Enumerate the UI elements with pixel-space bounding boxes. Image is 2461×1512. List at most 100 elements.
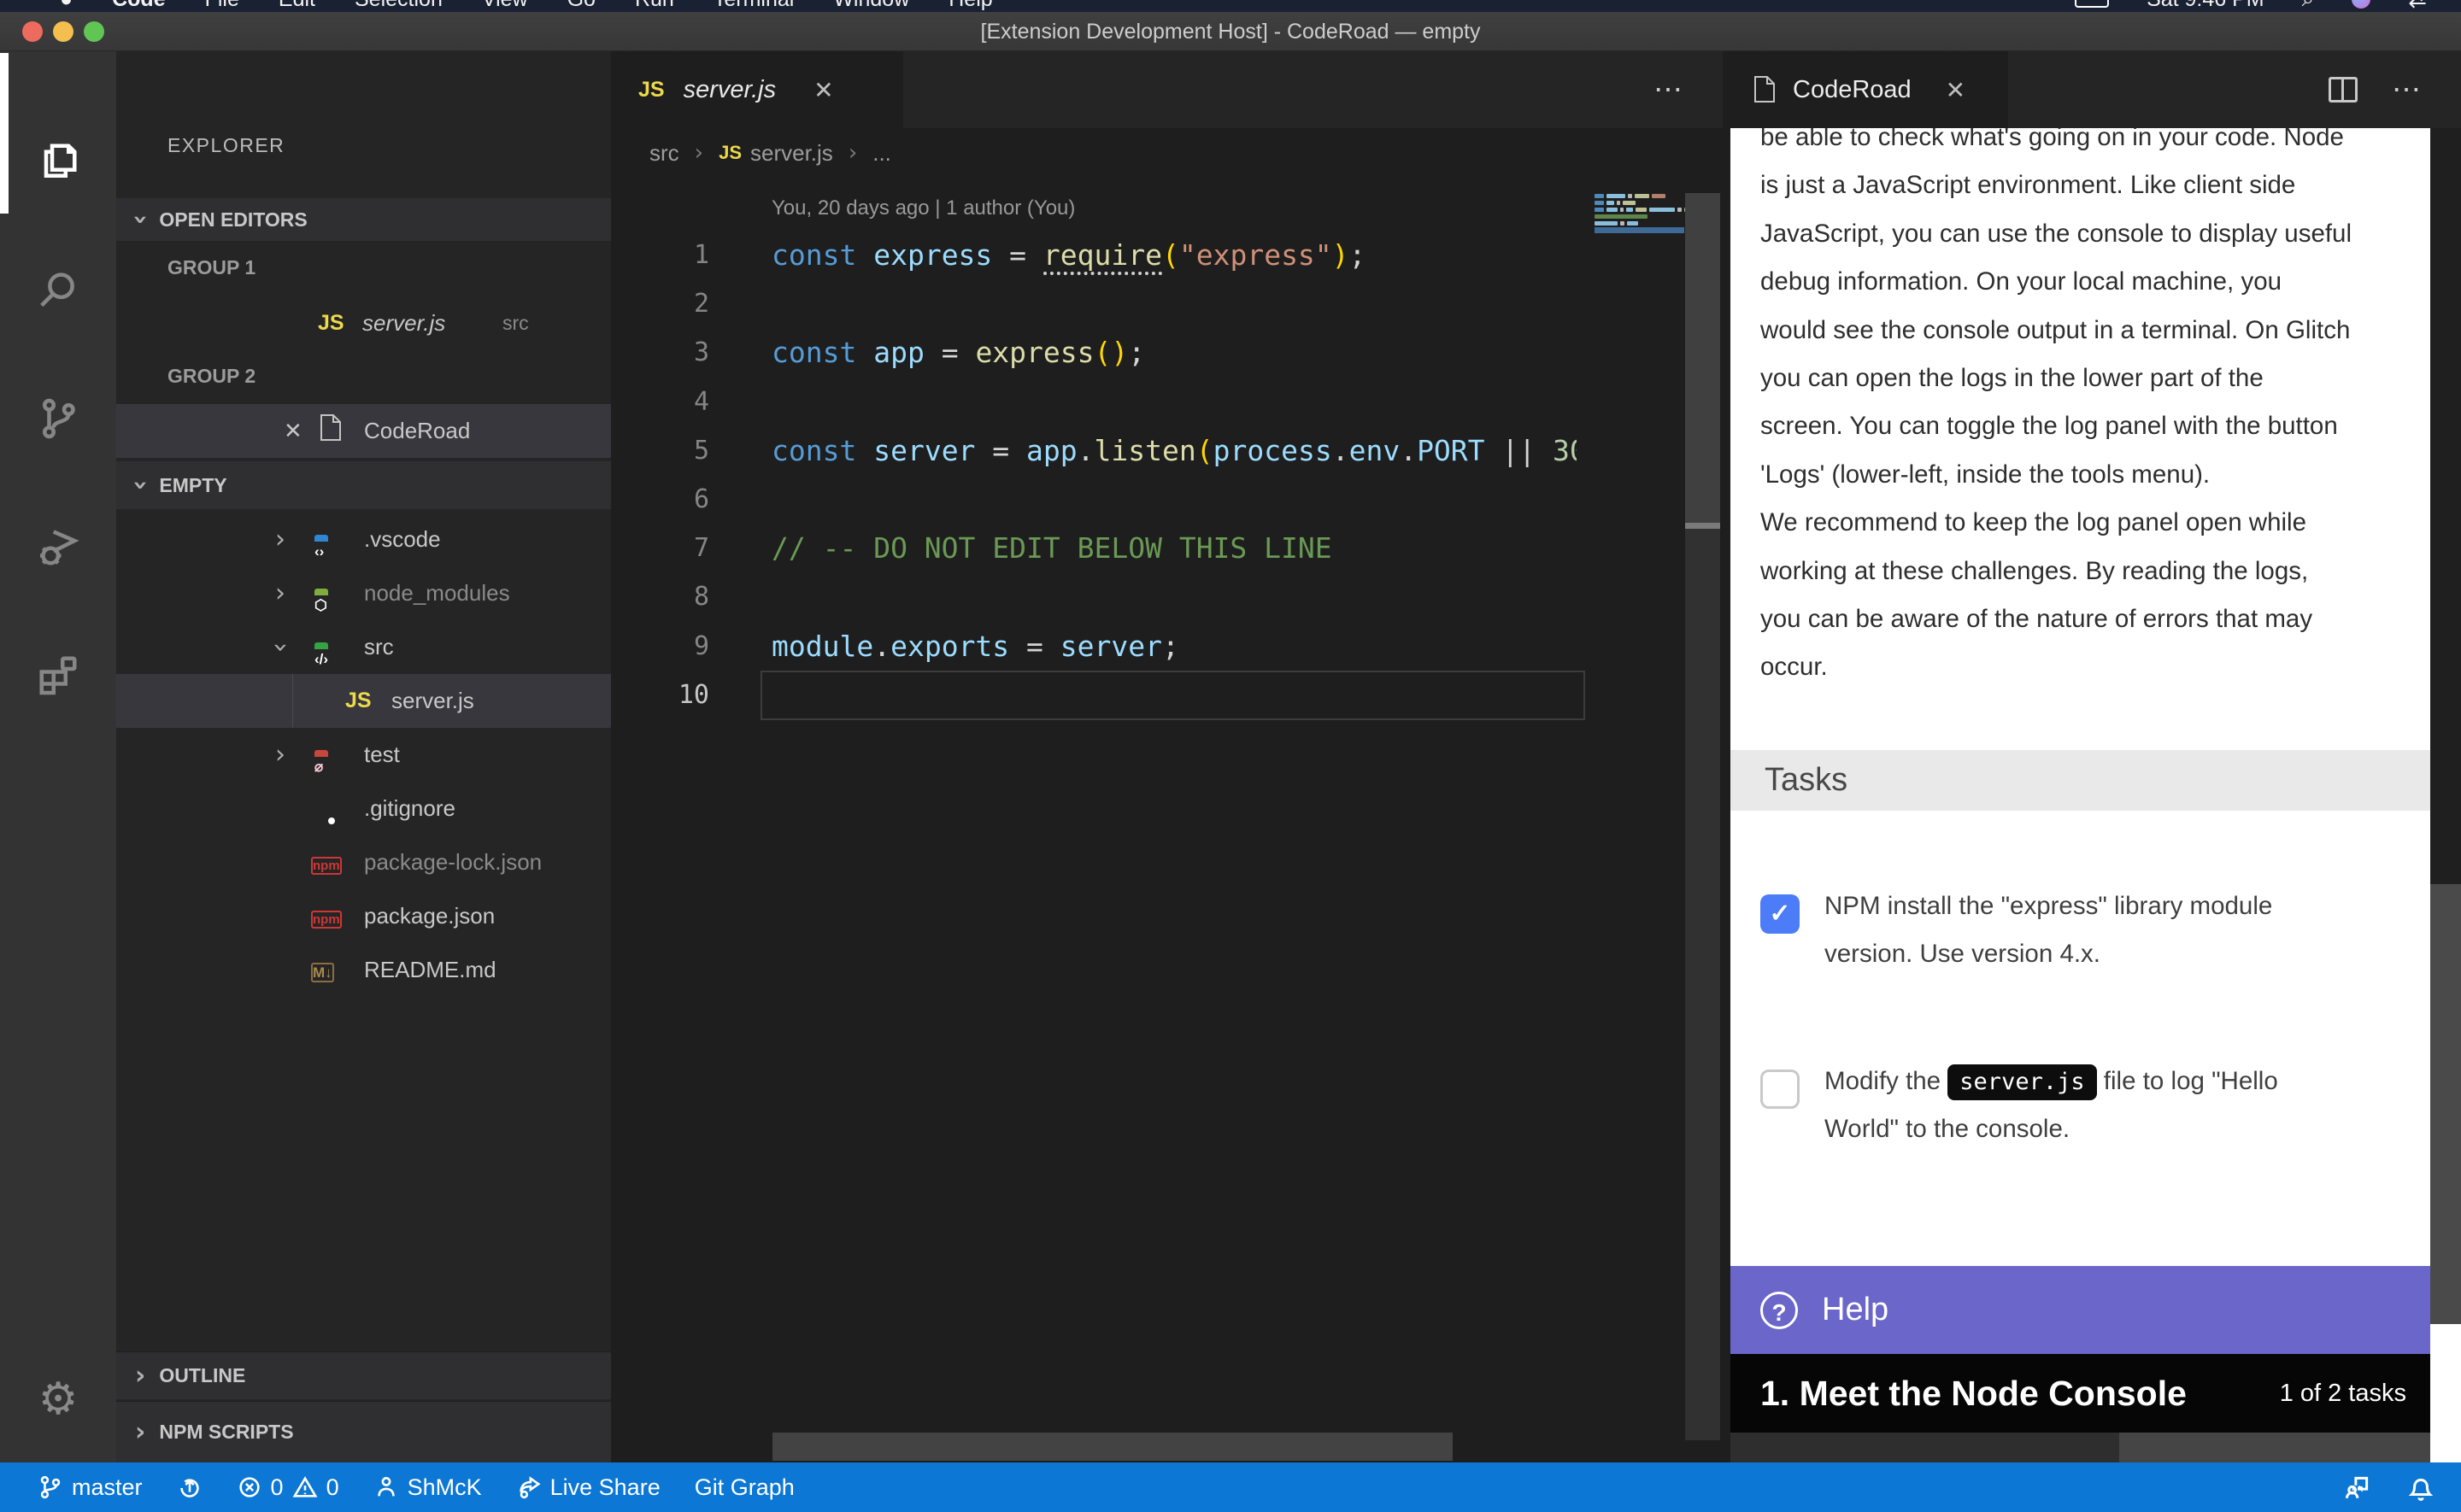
git-branch-status[interactable]: master	[38, 1474, 143, 1501]
more-actions-icon[interactable]: ⋯	[2392, 73, 2423, 107]
menu-item-help[interactable]: Help	[949, 0, 992, 12]
git-graph-button[interactable]: Git Graph	[695, 1474, 795, 1501]
extensions-icon[interactable]	[0, 617, 116, 733]
tree-item-readme[interactable]: M↓ README.md	[116, 943, 611, 997]
code-line-10[interactable]	[772, 671, 1577, 719]
outline-section-header[interactable]: › OUTLINE	[116, 1351, 611, 1399]
open-editor-server-js[interactable]: JS server.js src	[116, 296, 611, 350]
breadcrumb[interactable]: src › JS server.js › ...	[611, 128, 1723, 178]
folder-section-header[interactable]: › EMPTY	[116, 461, 611, 509]
scrollbar-thumb[interactable]	[1730, 1433, 2119, 1462]
control-center-icon[interactable]: ⇄	[2408, 0, 2427, 12]
tab-label: server.js	[684, 76, 777, 104]
minimap-line	[1595, 208, 1692, 212]
checkbox-empty-icon[interactable]	[1760, 1070, 1800, 1109]
tree-item-package-lock[interactable]: npm package-lock.json	[116, 835, 611, 889]
gear-icon[interactable]: ⚙	[0, 1357, 116, 1442]
menu-item-window[interactable]: Window	[833, 0, 909, 12]
code-token: =	[1009, 630, 1060, 663]
code-line-4[interactable]	[772, 378, 1577, 426]
code-token: // -- DO NOT EDIT BELOW THIS LINE	[772, 531, 1332, 565]
menu-item-code[interactable]: Code	[112, 0, 166, 12]
editor-vertical-scrollbar[interactable]	[1685, 193, 1720, 1440]
breadcrumb-src[interactable]: src	[649, 140, 679, 167]
search-icon[interactable]	[0, 232, 116, 349]
code-editor[interactable]: You, 20 days ago | 1 author (You) 123456…	[611, 178, 1723, 1462]
tree-item-package-json[interactable]: npm package.json	[116, 889, 611, 943]
breadcrumb-file[interactable]: server.js	[750, 140, 833, 167]
breadcrumb-symbol[interactable]: ...	[872, 140, 891, 167]
menu-item-go[interactable]: Go	[567, 0, 596, 12]
webview-vertical-scrollbar[interactable]	[2430, 128, 2461, 1462]
branch-name: master	[72, 1474, 143, 1501]
more-actions-icon[interactable]: ⋯	[1653, 73, 1685, 107]
close-icon[interactable]: ✕	[284, 418, 302, 444]
menu-item-edit[interactable]: Edit	[279, 0, 315, 12]
webview-horizontal-scrollbar[interactable]	[1730, 1433, 2430, 1462]
line-number: 10	[611, 671, 709, 719]
lesson-progress: 1 of 2 tasks	[2280, 1380, 2406, 1408]
lesson-footer-bar[interactable]: 1. Meet the Node Console 1 of 2 tasks	[1730, 1354, 2430, 1433]
close-icon[interactable]: ✕	[1946, 76, 1965, 104]
siri-icon[interactable]	[2352, 0, 2370, 9]
minimap-current-line-bar	[1595, 227, 1684, 233]
code-line-1[interactable]: const express = require("express");	[772, 231, 1577, 279]
menu-item-view[interactable]: View	[482, 0, 528, 12]
open-editor-coderoad[interactable]: ✕ CodeRoad	[116, 404, 611, 458]
tree-item-label: .gitignore	[364, 795, 455, 822]
macos-menu-bar[interactable]: ● Code File Edit Selection View Go Run Terminal W…	[0, 0, 2461, 12]
code-line-9[interactable]: module.exports = server;	[772, 622, 1577, 671]
codelens-annotation[interactable]: You, 20 days ago | 1 author (You)	[772, 196, 1075, 220]
editor-horizontal-scrollbar[interactable]	[772, 1433, 1453, 1461]
user-account-status[interactable]: ShMcK	[373, 1474, 482, 1501]
explorer-icon[interactable]	[0, 104, 116, 220]
notifications-bell-icon[interactable]	[2406, 1473, 2435, 1502]
source-control-icon[interactable]	[0, 360, 116, 477]
checkbox-checked-icon[interactable]: ✓	[1760, 894, 1800, 934]
code-content[interactable]: const express = require("express"); const…	[772, 231, 1577, 719]
line-number: 1	[611, 231, 709, 279]
open-editors-header[interactable]: › OPEN EDITORS	[116, 198, 611, 241]
tree-item-vscode[interactable]: › ‹› .vscode	[116, 513, 611, 566]
run-debug-icon[interactable]	[0, 489, 116, 605]
editor-group-1: GROUP 1	[116, 241, 611, 295]
menu-item-terminal[interactable]: Terminal	[714, 0, 794, 12]
tab-server-js[interactable]: JS server.js ✕	[611, 51, 903, 128]
code-line-7[interactable]: // -- DO NOT EDIT BELOW THIS LINE	[772, 524, 1577, 572]
tree-item-label: src	[364, 634, 394, 660]
tree-item-gitignore[interactable]: .gitignore	[116, 782, 611, 835]
problems-status[interactable]: 0 0	[237, 1474, 339, 1501]
npm-scripts-section-header[interactable]: › NPM SCRIPTS	[116, 1401, 611, 1462]
menu-item-file[interactable]: File	[205, 0, 239, 12]
tree-item-test[interactable]: › ⌀ test	[116, 728, 611, 782]
folder-name-label: EMPTY	[159, 474, 226, 497]
feedback-icon[interactable]	[2343, 1473, 2372, 1502]
line-number: 4	[611, 378, 709, 426]
apple-menu-icon[interactable]: ●	[60, 0, 73, 12]
split-editor-icon[interactable]	[2329, 77, 2358, 103]
live-share-button[interactable]: Live Share	[516, 1474, 661, 1501]
tree-item-label: README.md	[364, 957, 496, 983]
code-line-3[interactable]: const app = express();	[772, 328, 1577, 377]
task-text: Modify the server.js file to log "Hello …	[1824, 1058, 2388, 1153]
sync-changes-button[interactable]	[177, 1474, 203, 1500]
code-line-8[interactable]	[772, 572, 1577, 621]
help-section-header[interactable]: ? Help	[1730, 1266, 2430, 1354]
tree-item-server-js[interactable]: JS server.js	[116, 674, 611, 728]
window-title: [Extension Development Host] - CodeRoad …	[0, 12, 2461, 51]
code-line-2[interactable]	[772, 279, 1577, 328]
scrollbar-thumb[interactable]	[2430, 884, 2461, 1324]
code-line-6[interactable]	[772, 475, 1577, 524]
tree-item-node-modules[interactable]: › ⬡ node_modules	[116, 566, 611, 620]
menu-item-run[interactable]: Run	[635, 0, 674, 12]
tasks-section-header: Tasks	[1730, 750, 2430, 811]
scrollbar-thumb[interactable]	[1685, 193, 1720, 525]
menu-item-selection[interactable]: Selection	[355, 0, 443, 12]
code-line-5[interactable]: const server = app.listen(process.env.PO…	[772, 426, 1577, 475]
code-token: PORT	[1417, 434, 1484, 467]
spotlight-icon[interactable]: ⌕	[2302, 0, 2315, 12]
tab-coderoad[interactable]: CodeRoad ✕	[1723, 51, 2008, 128]
npm-icon: npm	[311, 911, 342, 929]
close-icon[interactable]: ✕	[813, 76, 833, 104]
tree-item-src[interactable]: › ‹/› src	[116, 620, 611, 674]
